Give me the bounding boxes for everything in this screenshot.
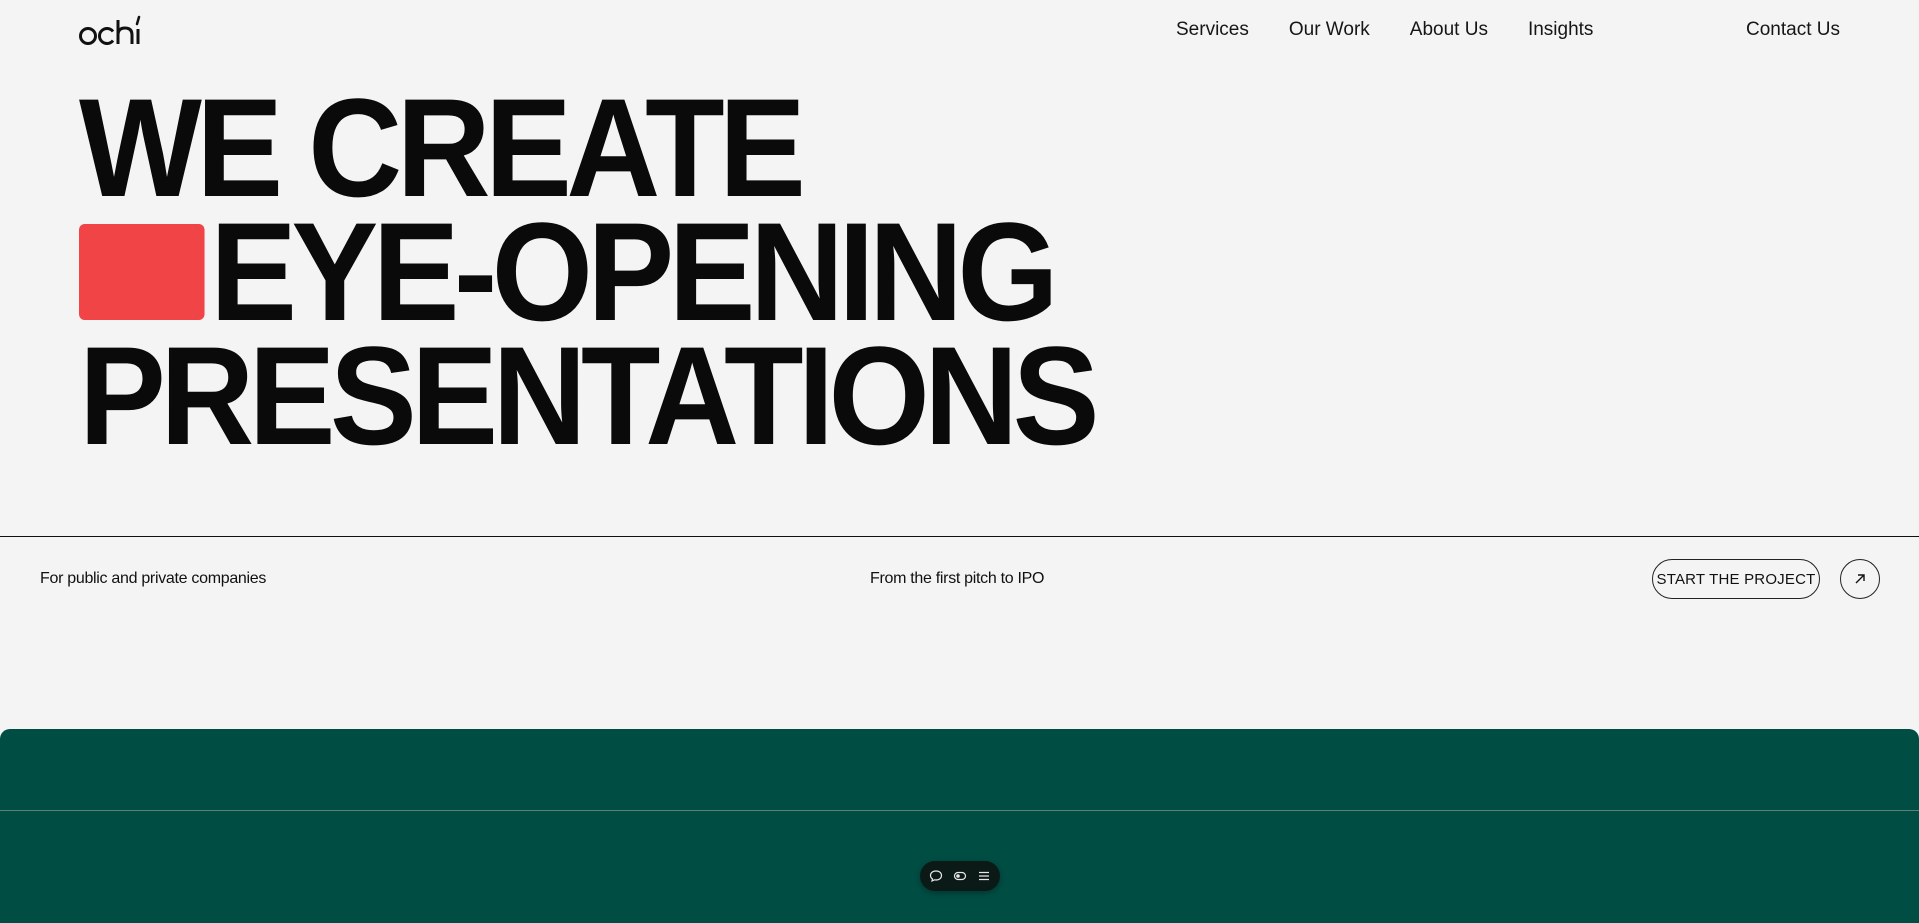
hero-line-2-wrap: EYE-OPENING (79, 193, 1094, 350)
start-project-button[interactable]: START THE PROJECT (1652, 559, 1820, 599)
hero-heading: WE CREATE EYE-OPENING PRESENTATIONS (79, 69, 1170, 474)
ochi-logo[interactable] (79, 12, 153, 48)
toggle-icon[interactable] (951, 867, 969, 885)
nav-links: Services Our Work About Us Insights (1176, 19, 1593, 41)
arrow-up-right-icon (1855, 574, 1865, 584)
start-project-arrow-button[interactable] (1840, 559, 1880, 599)
top-nav: Services Our Work About Us Insights Cont… (0, 0, 1919, 62)
nav-insights[interactable]: Insights (1528, 19, 1593, 41)
section-divider (0, 536, 1919, 537)
nav-contact-us[interactable]: Contact Us (1746, 19, 1840, 41)
nav-services[interactable]: Services (1176, 19, 1249, 41)
hero-line-3: PRESENTATIONS (79, 317, 1100, 474)
menu-icon[interactable] (975, 867, 993, 885)
audience-text: For public and private companies (40, 570, 267, 587)
marquee-divider (0, 810, 1919, 811)
accent-image-box (79, 224, 205, 320)
nav-about-us[interactable]: About Us (1410, 19, 1488, 41)
nav-our-work[interactable]: Our Work (1289, 19, 1370, 41)
chat-icon[interactable] (927, 867, 945, 885)
floating-toolbar (920, 861, 1000, 891)
scope-text: From the first pitch to IPO (870, 570, 1045, 587)
hero-line-2: EYE-OPENING (210, 193, 1059, 350)
marquee-section (0, 729, 1919, 923)
hero-line-1: WE CREATE (79, 69, 806, 226)
